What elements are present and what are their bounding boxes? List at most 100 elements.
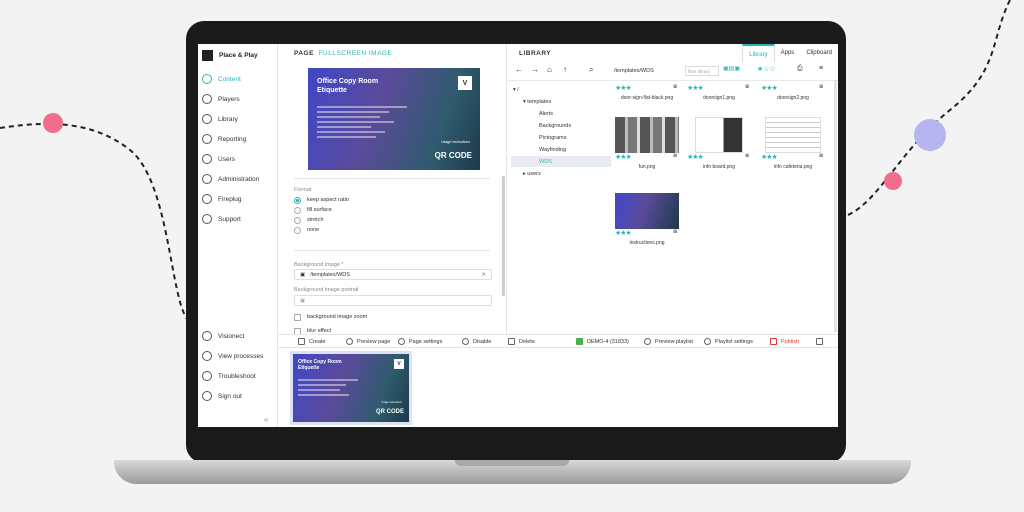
sidebar-item-view-processes[interactable]: View processes	[202, 349, 263, 363]
tree-item-root[interactable]: ▾ /	[513, 84, 519, 95]
view-mode-icon[interactable]: ▣▤▣	[723, 65, 740, 72]
sidebar-item-players[interactable]: Players	[202, 92, 240, 106]
tree-item-templates[interactable]: ▾ templates	[523, 96, 551, 107]
page-panel-scrollbar[interactable]	[502, 176, 505, 296]
radio-label: keep aspect ratio	[307, 197, 349, 203]
sidebar-item-content[interactable]: Content	[202, 72, 241, 86]
playlist-settings-button[interactable]: Playlist settings	[704, 338, 753, 345]
tree-item-wds[interactable]: WDS	[511, 156, 611, 167]
sidebar-item-reporting[interactable]: Reporting	[202, 132, 246, 146]
file-tile[interactable]: ★★★ ◙ doorsign2.png	[761, 84, 825, 101]
support-icon	[202, 214, 212, 224]
bg-portrait-field[interactable]: ▣	[294, 295, 492, 306]
bg-image-field[interactable]: ▣ /templates/WDS ✕	[294, 269, 492, 280]
camera-icon[interactable]: ◙	[745, 84, 749, 90]
sidebar-item-library[interactable]: Library	[202, 112, 238, 126]
file-tile[interactable]: ★★★ ◙ door-sign-flat-black.png	[615, 84, 679, 101]
pink-dot-left	[43, 113, 63, 133]
sidebar-item-users[interactable]: Users	[202, 152, 235, 166]
clear-icon[interactable]: ✕	[481, 272, 486, 278]
tree-item-pictograms[interactable]: Pictograms	[539, 132, 567, 143]
camera-icon[interactable]: ◙	[745, 153, 749, 159]
list-view-icon[interactable]: ≡	[819, 65, 823, 72]
file-thumbnail	[695, 117, 743, 153]
grid-view-button[interactable]	[816, 338, 823, 345]
tab-clipboard[interactable]: Clipboard	[800, 44, 838, 62]
checkbox-label: background image zoom	[307, 314, 368, 320]
filter-input[interactable]: filter library	[685, 66, 719, 76]
sidebar-item-support[interactable]: Support	[202, 212, 241, 226]
home-icon[interactable]: ⌂	[547, 65, 552, 74]
camera-icon[interactable]: ◙	[819, 153, 823, 159]
rating-stars[interactable]: ★★★	[761, 84, 825, 92]
tree-item-wayfinding[interactable]: Wayfinding	[539, 144, 566, 155]
divider	[294, 250, 490, 251]
bg-zoom-checkbox[interactable]: background image zoom	[294, 312, 367, 322]
rating-stars[interactable]: ★★★	[615, 153, 679, 161]
sidebar-item-administration[interactable]: Administration	[202, 172, 259, 186]
playlist-thumbnail-selected[interactable]: Office Copy Room Etiquette V Usage instru…	[290, 351, 412, 425]
radio-icon	[294, 196, 301, 204]
thumbnail-preview: Office Copy Room Etiquette V Usage instru…	[293, 354, 409, 422]
brand[interactable]: Place & Play	[202, 48, 258, 62]
page-settings-button[interactable]: Page settings	[398, 338, 442, 345]
tree-item-users[interactable]: ▸ users	[523, 168, 541, 179]
sidebar-item-visionect[interactable]: Visionect	[202, 329, 244, 343]
file-tile[interactable]: ★★★ ◙ fun.png	[615, 114, 679, 170]
camera-icon[interactable]: ◙	[673, 229, 677, 235]
rating-stars[interactable]: ★★★	[615, 84, 679, 92]
disable-button[interactable]: Disable	[462, 338, 491, 345]
page-panel: PAGE FULLSCREEN IMAGE Office Copy Room Et…	[278, 44, 507, 335]
sidebar-item-troubleshoot[interactable]: Troubleshoot	[202, 369, 256, 383]
format-keep-aspect-ratio[interactable]: keep aspect ratio	[294, 195, 349, 205]
publish-button[interactable]: Publish	[770, 338, 799, 345]
up-icon[interactable]: ↑	[563, 65, 567, 74]
rating-stars[interactable]: ★★★	[761, 153, 825, 161]
rating-stars[interactable]: ★★★	[687, 153, 751, 161]
rating-filter-icon[interactable]: ★☆☆	[757, 65, 776, 73]
file-thumbnail	[615, 193, 679, 229]
format-none[interactable]: none	[294, 225, 319, 235]
preview-page-button[interactable]: Preview page	[346, 338, 390, 345]
delete-button[interactable]: Delete	[508, 338, 535, 345]
sidebar-item-label: Content	[218, 75, 241, 83]
file-name: doorsign1.png	[703, 95, 735, 101]
trash-icon	[508, 338, 515, 345]
rating-stars[interactable]: ★★★	[615, 229, 679, 237]
file-tile[interactable]: ★★★ ◙ info board.png	[687, 114, 751, 170]
tree-item-alerts[interactable]: Alerts	[539, 108, 553, 119]
forward-icon[interactable]: →	[531, 65, 539, 74]
image-icon: ▣	[300, 297, 306, 304]
page-preview[interactable]: Office Copy Room Etiquette V Usage instru…	[308, 68, 480, 170]
library-scrollbar[interactable]	[834, 80, 837, 332]
format-fill-surface[interactable]: fill surface	[294, 205, 332, 215]
preview-playlist-button[interactable]: Preview playlist	[644, 338, 693, 345]
camera-icon[interactable]: ◙	[673, 153, 677, 159]
format-stretch[interactable]: stretch	[294, 215, 324, 225]
radio-icon	[294, 206, 301, 214]
device-badge[interactable]: DEMO-4 (31833)	[576, 338, 629, 345]
file-tile[interactable]: ★★★ ◙ instructions.png	[615, 190, 679, 246]
camera-icon[interactable]: ◙	[673, 84, 677, 90]
rating-stars[interactable]: ★★★	[687, 84, 751, 92]
tab-apps[interactable]: Apps	[775, 44, 801, 62]
library-icon	[202, 114, 212, 124]
sidebar-item-fireplug[interactable]: Fireplug	[202, 192, 241, 206]
laptop-notch	[455, 460, 569, 466]
file-tile[interactable]: ★★★ ◙ doorsign1.png	[687, 84, 751, 101]
upload-icon[interactable]: ⎙	[797, 65, 803, 73]
camera-icon[interactable]: ◙	[819, 84, 823, 90]
collapse-sidebar-icon[interactable]: «	[264, 415, 268, 424]
lavender-dot	[914, 119, 946, 151]
file-tile[interactable]: ★★★ ◙ info cafeteria.png	[761, 114, 825, 170]
content-icon	[202, 74, 212, 84]
tree-item-backgrounds[interactable]: Backgrounds	[539, 120, 571, 131]
create-button[interactable]: Create	[298, 338, 326, 345]
back-icon[interactable]: ←	[515, 65, 523, 74]
sidebar-item-sign-out[interactable]: Sign out	[202, 389, 242, 403]
search-icon[interactable]: ⌕	[589, 65, 593, 75]
tab-library[interactable]: Library	[742, 44, 775, 62]
page-label: PAGE	[294, 50, 314, 57]
file-name: instructions.png	[629, 240, 665, 246]
format-label: Format	[294, 187, 312, 193]
